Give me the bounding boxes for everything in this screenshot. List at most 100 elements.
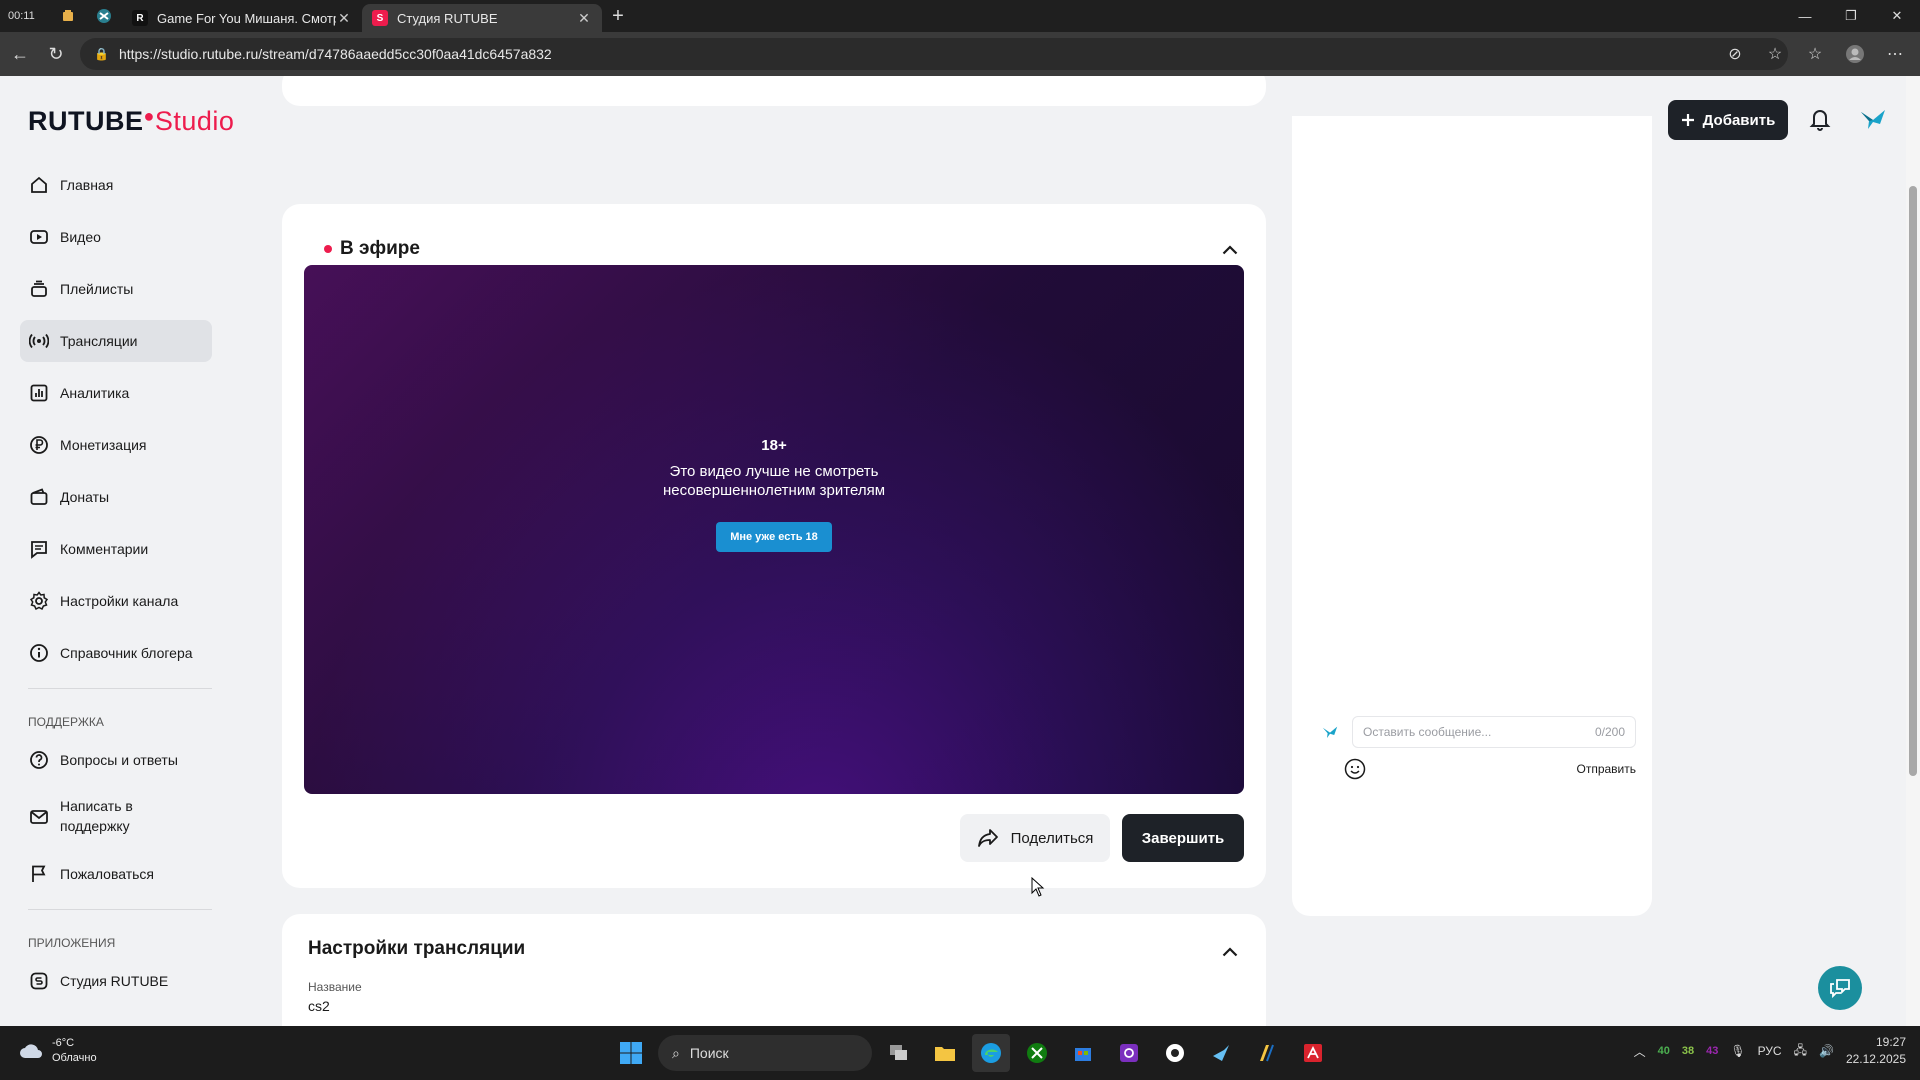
minimize-icon[interactable]: —: [1782, 0, 1828, 32]
favorite-star-icon[interactable]: ☆: [1758, 36, 1792, 72]
sidebar-item-playlists[interactable]: Плейлисты: [20, 268, 212, 310]
close-icon[interactable]: ✕: [576, 10, 592, 27]
more-menu-icon[interactable]: ⋯: [1878, 36, 1912, 72]
url-text: https://studio.rutube.ru/stream/d74786aa…: [118, 46, 552, 62]
network-icon[interactable]: 🖧: [1794, 1041, 1807, 1062]
sidebar-item-label: Написать в поддержку: [60, 798, 133, 834]
tray-value-3: 43: [1706, 1045, 1719, 1057]
restore-icon[interactable]: ❐: [1828, 0, 1874, 32]
sidebar-item-label: Настройки канала: [60, 593, 179, 609]
volume-icon[interactable]: 🔊: [1819, 1044, 1834, 1058]
taskbar-search[interactable]: ⌕ Поиск: [658, 1035, 872, 1071]
age-gate-overlay: 18+ Это видео лучше не смотреть несоверш…: [304, 265, 1244, 794]
xbox-icon[interactable]: [1018, 1034, 1056, 1072]
edge-browser-icon[interactable]: [972, 1034, 1010, 1072]
logo-dot-icon: ●: [143, 106, 155, 126]
sidebar-item-report[interactable]: Пожаловаться: [20, 853, 212, 895]
pinned-tab-1[interactable]: [50, 0, 86, 32]
gaming-app-icon[interactable]: [1156, 1034, 1194, 1072]
camera-app-icon[interactable]: [1110, 1034, 1148, 1072]
sidebar-item-analytics[interactable]: Аналитика: [20, 372, 212, 414]
chat-user-avatar: [1320, 722, 1340, 742]
notifications-bell-icon[interactable]: [1806, 106, 1834, 134]
red-app-icon[interactable]: [1294, 1034, 1332, 1072]
clock-date: 22.12.2025: [1845, 1052, 1906, 1066]
new-tab-button[interactable]: +: [602, 0, 634, 32]
tracking-prevention-icon[interactable]: ⊘: [1718, 36, 1752, 72]
favorites-icon[interactable]: ☆: [1798, 36, 1832, 72]
sidebar-divider: [28, 909, 212, 910]
live-title: В эфире: [324, 238, 420, 260]
video-icon: [28, 226, 50, 248]
emoji-icon[interactable]: [1344, 758, 1366, 780]
stream-player[interactable]: 18+ Это видео лучше не смотреть несоверш…: [304, 265, 1244, 794]
sidebar-item-studio-app[interactable]: Студия RUTUBE: [20, 960, 212, 1002]
tab-rutube-stream[interactable]: R Game For You Мишаня. Смотрит ✕: [122, 4, 362, 32]
collapse-chevron-icon[interactable]: [1218, 940, 1242, 964]
browser-tabbar: 00:11 R Game For You Мишаня. Смотрит ✕ S…: [0, 0, 1920, 32]
mail-icon: [28, 806, 50, 828]
start-button[interactable]: [612, 1034, 650, 1072]
music-app-icon[interactable]: [1248, 1034, 1286, 1072]
back-icon[interactable]: ←: [2, 36, 38, 72]
bird-avatar-icon: [1322, 726, 1338, 738]
user-avatar[interactable]: [1856, 102, 1890, 136]
share-button[interactable]: Поделиться: [960, 814, 1110, 862]
language-indicator[interactable]: РУС: [1758, 1044, 1782, 1058]
sidebar-item-comments[interactable]: Комментарии: [20, 528, 212, 570]
profile-icon[interactable]: [1838, 36, 1872, 72]
steam-icon[interactable]: [1202, 1034, 1240, 1072]
reload-icon[interactable]: ↻: [38, 36, 74, 72]
sidebar-item-label: Аналитика: [60, 385, 130, 401]
tray-overflow-icon[interactable]: ︿: [1634, 1043, 1646, 1060]
chat-actions: Отправить: [1344, 758, 1636, 780]
chat-message-input[interactable]: Оставить сообщение... 0/200: [1352, 716, 1636, 748]
url-field[interactable]: 🔒 https://studio.rutube.ru/stream/d74786…: [80, 38, 1788, 70]
comments-icon: [28, 538, 50, 560]
broadcast-icon: [28, 330, 50, 352]
sidebar-item-label: Трансляции: [60, 333, 138, 349]
sidebar-item-contact-support[interactable]: Написать в поддержку: [20, 791, 212, 843]
live-indicator-icon: [324, 245, 332, 253]
system-clock[interactable]: 19:27 22.12.2025: [1846, 1034, 1906, 1068]
finish-stream-button[interactable]: Завершить: [1122, 814, 1244, 862]
sidebar-item-label: Вопросы и ответы: [60, 752, 178, 768]
file-explorer-icon[interactable]: [926, 1034, 964, 1072]
rutube-studio-logo[interactable]: RUTUBE●Studio: [28, 106, 234, 137]
pinned-tab-2[interactable]: [86, 0, 122, 32]
sidebar-item-faq[interactable]: Вопросы и ответы: [20, 739, 212, 781]
sidebar-item-blogger-guide[interactable]: Справочник блогера: [20, 632, 212, 674]
sidebar-item-broadcasts[interactable]: Трансляции: [20, 320, 212, 362]
sidebar-item-video[interactable]: Видео: [20, 216, 212, 258]
add-button[interactable]: Добавить: [1668, 100, 1788, 140]
wallet-icon: [28, 486, 50, 508]
sidebar-item-donations[interactable]: Донаты: [20, 476, 212, 518]
analytics-icon: [28, 382, 50, 404]
microphone-icon[interactable]: 🎙: [1730, 1044, 1745, 1058]
home-icon: [28, 174, 50, 196]
studio-app-icon: [28, 970, 50, 992]
stream-name-label: Название: [308, 980, 362, 994]
store-icon[interactable]: [1064, 1034, 1102, 1072]
support-chat-button[interactable]: [1818, 966, 1862, 1010]
tab-rutube-studio[interactable]: S Студия RUTUBE ✕: [362, 4, 602, 32]
age-confirm-button[interactable]: Мне уже есть 18: [716, 522, 832, 552]
collapse-chevron-icon[interactable]: [1218, 238, 1242, 262]
sidebar-item-channel-settings[interactable]: Настройки канала: [20, 580, 212, 622]
page-scrollbar[interactable]: [1906, 76, 1920, 1026]
weather-widget[interactable]: -6°C Облачно: [18, 1036, 97, 1066]
task-view-icon[interactable]: [880, 1034, 918, 1072]
share-icon: [977, 829, 998, 847]
scrollbar-thumb[interactable]: [1909, 186, 1917, 776]
chat-send-button[interactable]: Отправить: [1576, 762, 1636, 776]
help-icon: [28, 749, 50, 771]
sidebar-item-monetization[interactable]: Монетизация: [20, 424, 212, 466]
close-window-icon[interactable]: ✕: [1874, 0, 1920, 32]
chat-bubbles-icon: [1830, 979, 1850, 999]
close-icon[interactable]: ✕: [336, 10, 352, 27]
sidebar-item-home[interactable]: Главная: [20, 164, 212, 206]
playlist-icon: [28, 278, 50, 300]
stream-name-value[interactable]: cs2: [308, 998, 330, 1014]
windows-logo-icon: [620, 1042, 642, 1064]
sidebar-item-label: Донаты: [60, 489, 110, 505]
